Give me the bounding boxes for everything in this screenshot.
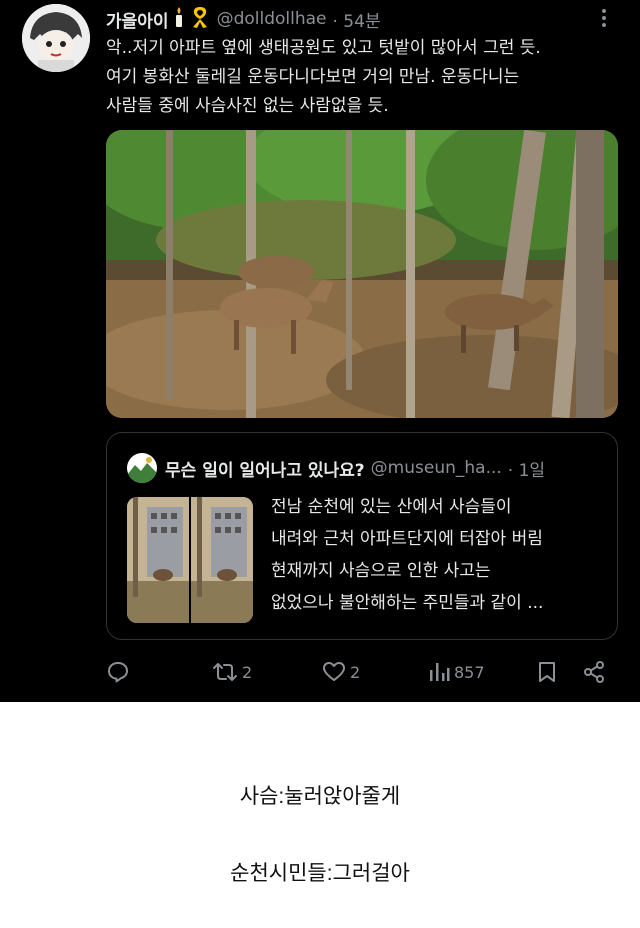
quoted-time[interactable]: · 1일 <box>508 456 545 481</box>
tweet-text-line: 여기 봉화산 둘레길 운동다니다보면 거의 만남. 운동다니는 <box>106 67 520 87</box>
quoted-header: 무슨 일이 일어나고 있나요? @museun_ha... · 1일 <box>165 453 545 483</box>
quoted-author-avatar[interactable] <box>127 453 157 483</box>
yellow-ribbon-icon <box>189 5 211 33</box>
like-button[interactable]: 2 <box>322 658 360 686</box>
bookmark-icon <box>539 662 555 682</box>
heart-icon <box>323 662 345 681</box>
views-button[interactable]: 857 <box>428 658 485 686</box>
quoted-display-name[interactable]: 무슨 일이 일어나고 있나요? <box>165 456 365 481</box>
retweet-icon <box>213 663 237 681</box>
quoted-tweet[interactable]: 무슨 일이 일어나고 있나요? @museun_ha... · 1일 전남 순천… <box>106 432 618 640</box>
reply-button[interactable] <box>106 658 130 686</box>
views-count: 857 <box>454 662 485 682</box>
quoted-text: 전남 순천에 있는 산에서 사슴들이 내려와 근처 아파트단지에 터잡아 버림 … <box>271 491 611 619</box>
quoted-text-line: 현재까지 사슴으로 인한 사고는 <box>271 561 491 581</box>
quoted-thumbnail[interactable] <box>127 497 253 623</box>
views-chart-icon <box>430 663 450 681</box>
author-handle[interactable]: @dolldollhae <box>217 9 327 29</box>
quoted-text-line: 내려와 근처 아파트단지에 터잡아 버림 <box>271 529 543 549</box>
caption-citizens: 순천시민들:그러걸아 <box>230 862 410 885</box>
tweet-text-line: 사람들 중에 사슴사진 없는 사람없을 듯. <box>106 96 389 116</box>
candle-icon <box>174 6 184 32</box>
retweet-count: 2 <box>242 662 253 682</box>
share-icon <box>584 661 604 683</box>
quoted-handle[interactable]: @museun_ha... <box>371 458 502 478</box>
tweet-photo[interactable] <box>106 130 618 418</box>
author-display-name[interactable]: 가을아이 <box>106 7 169 32</box>
author-avatar[interactable] <box>22 4 90 72</box>
more-options-icon[interactable] <box>594 6 614 30</box>
tweet-text-line: 악..저기 아파트 옆에 생태공원도 있고 텃밭이 많아서 그런 듯. <box>106 38 541 58</box>
caption-deer: 사슴:눌러앉아줄게 <box>239 785 401 808</box>
bookmark-button[interactable] <box>536 658 558 686</box>
retweet-button[interactable]: 2 <box>212 658 252 686</box>
like-count: 2 <box>350 662 361 682</box>
share-button[interactable] <box>582 658 606 686</box>
tweet-card[interactable]: 가을아이 @dolldollhae · 54분 악..저기 아파트 옆에 생태공… <box>0 0 640 702</box>
tweet-header: 가을아이 @dolldollhae · 54분 <box>106 6 381 32</box>
tweet-time[interactable]: · 54분 <box>333 7 381 32</box>
reply-icon <box>108 662 128 683</box>
quoted-text-line: 전남 순천에 있는 산에서 사슴들이 <box>271 497 512 517</box>
quoted-text-line: 없었으나 불안해하는 주민들과 같이 ... <box>271 593 544 613</box>
tweet-text: 악..저기 아파트 옆에 생태공원도 있고 텃밭이 많아서 그런 듯. 여기 봉… <box>106 34 626 121</box>
tweet-actions: 2 2 857 <box>0 650 640 694</box>
